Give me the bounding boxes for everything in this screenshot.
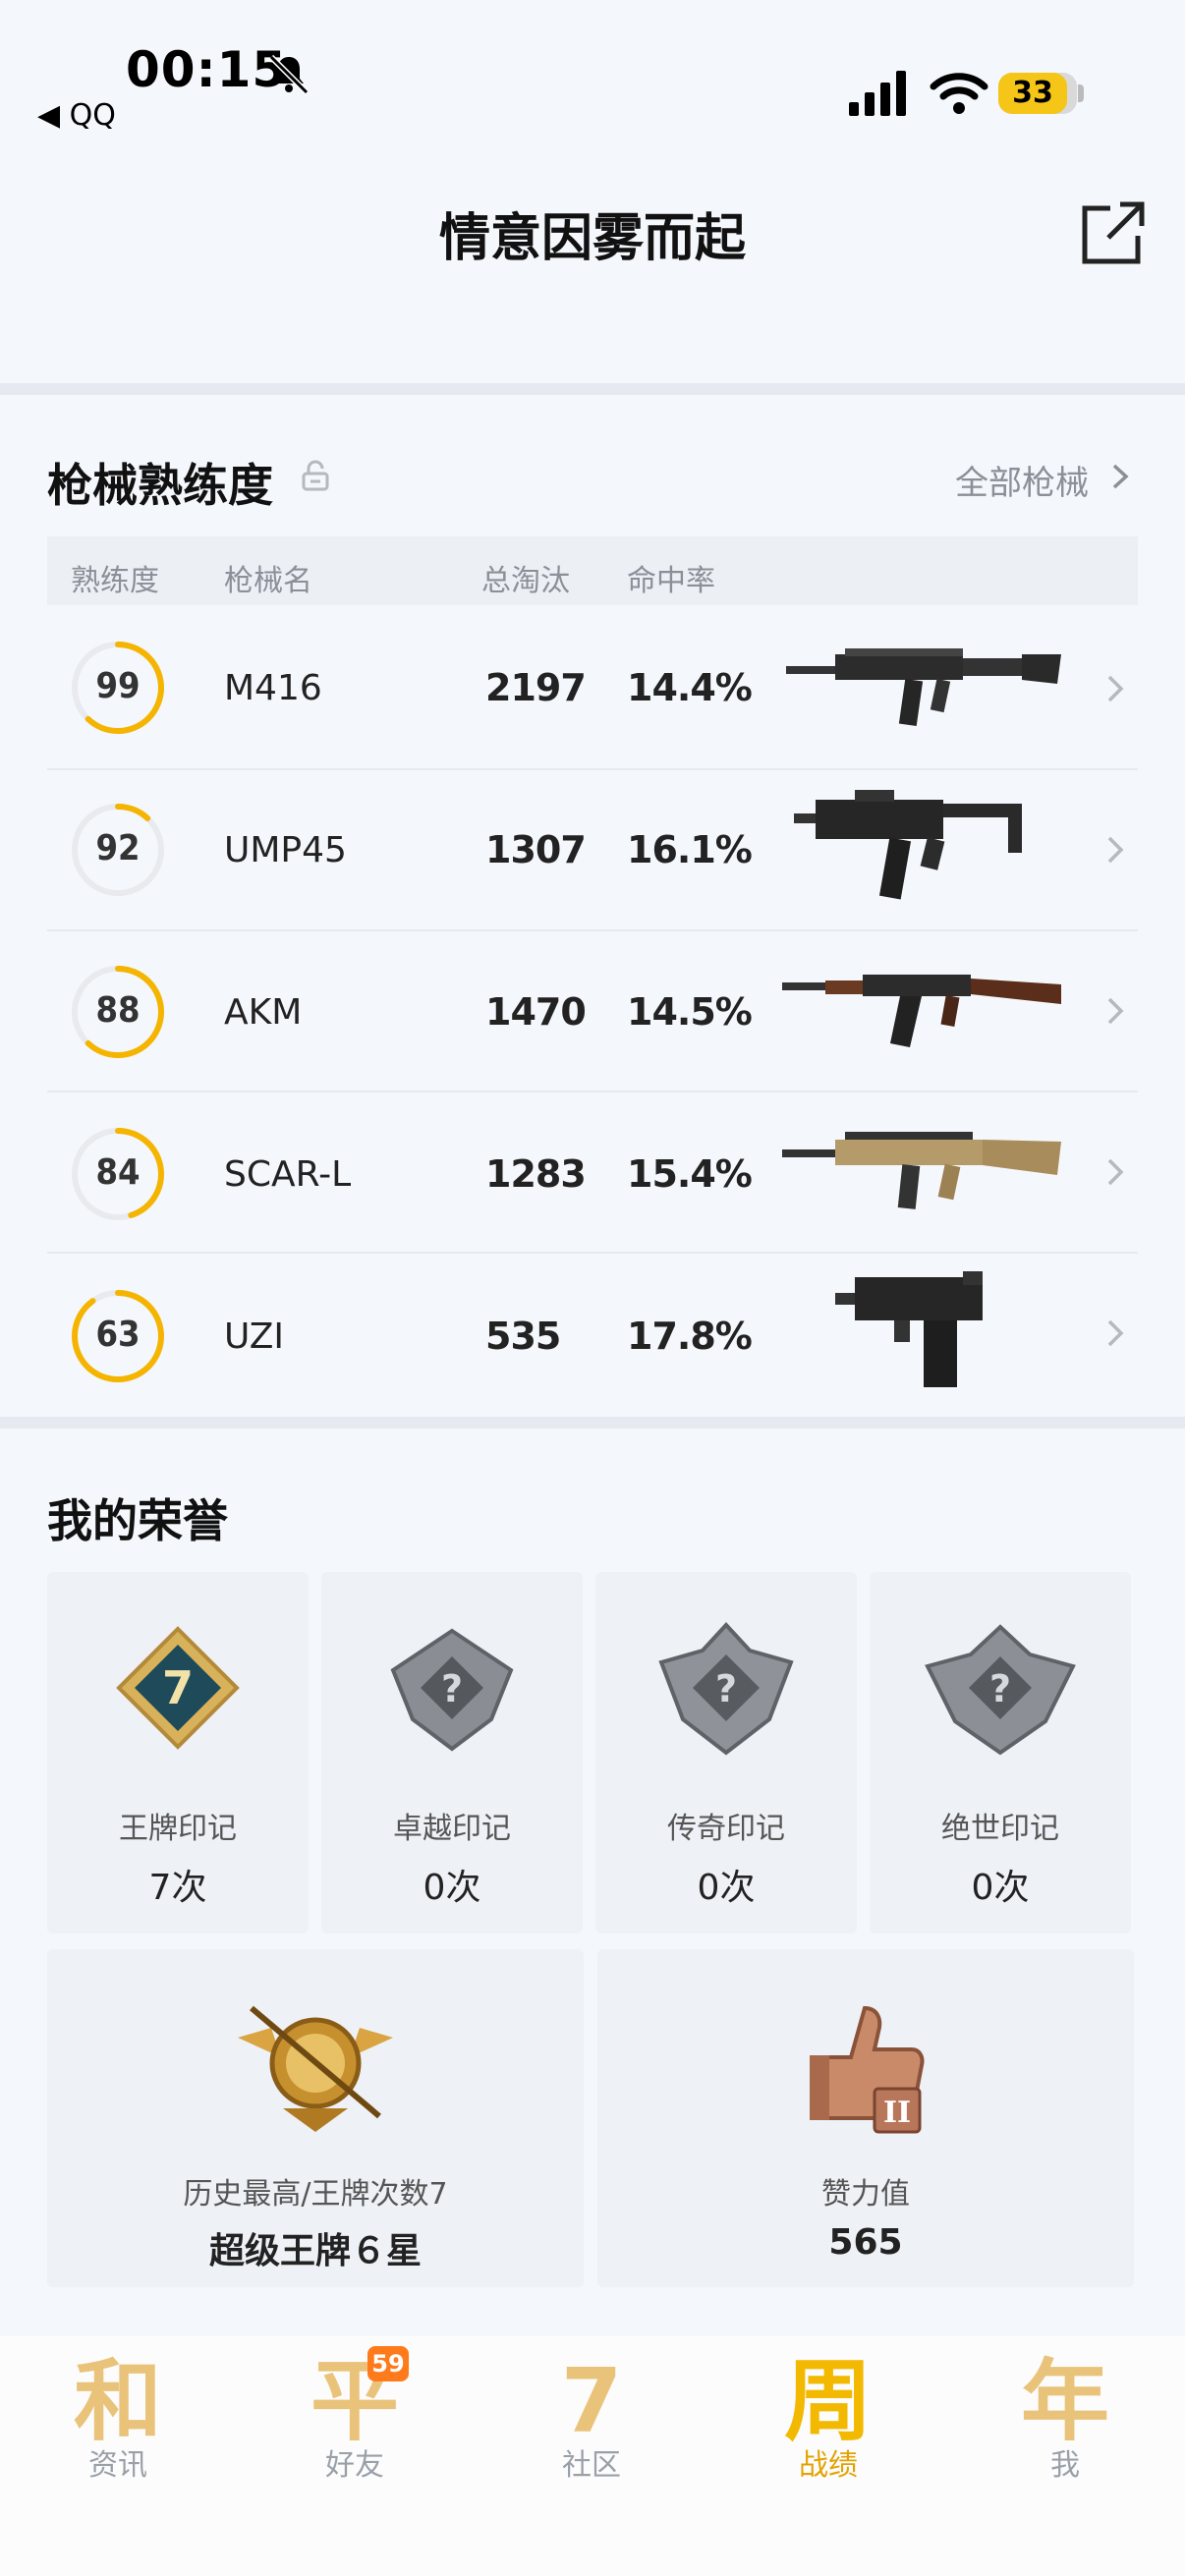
uzi-smg-image [835,1271,983,1387]
honor-section-title: 我的荣誉 [47,1494,228,1547]
legend-mark-icon: ? [658,1622,794,1756]
excellence-mark-icon: ? [390,1628,514,1752]
gun-name: M416 [224,668,322,708]
eliminations-value: 1470 [485,990,587,1034]
gun-table-header [47,536,1138,605]
gun-name: AKM [224,992,303,1033]
gun-name: SCAR-L [224,1154,352,1195]
section-divider [0,1417,1185,1428]
mark-count: 0次 [697,1868,756,1908]
section-divider [0,383,1185,395]
chevron-right-icon[interactable] [1108,462,1132,491]
tab-label: 资讯 [88,2448,147,2483]
wifi-icon [930,73,988,114]
column-header-gun-name: 枪械名 [224,564,312,598]
akm-rifle-image [782,975,1061,1047]
super-ace-rank-icon [238,2005,393,2132]
likes-value: 565 [828,2222,903,2263]
column-header-eliminations: 总淘汰 [481,564,570,598]
eliminations-value: 1283 [485,1152,587,1196]
lock-icon[interactable] [301,460,330,491]
mark-label: 绝世印记 [941,1812,1059,1846]
highest-rank-value: 超级王牌６星 [208,2231,422,2271]
thumbs-up-badge-icon: II [810,2005,925,2134]
page-title: 情意因雾而起 [438,209,746,268]
friends-badge: 59 [367,2346,409,2381]
column-header-accuracy: 命中率 [627,564,715,598]
battery-tip [1078,84,1084,102]
proficiency-value: 63 [95,1315,141,1355]
peerless-mark-icon: ? [925,1624,1076,1756]
mark-label: 卓越印记 [393,1812,511,1846]
proficiency-value: 99 [95,666,141,706]
gun-name: UMP45 [224,830,347,870]
scar-l-rifle-image [782,1132,1061,1209]
share-icon[interactable] [1081,200,1146,265]
proficiency-value: 92 [95,828,141,868]
eliminations-value: 1307 [485,828,587,871]
svg-text:II: II [883,2096,911,2130]
status-time: 00:15 [126,41,288,98]
gun-name: UZI [224,1316,284,1357]
svg-text:?: ? [441,1667,463,1710]
tab-label: 社区 [562,2448,621,2483]
tab-label: 战绩 [799,2448,858,2483]
mark-count: 0次 [971,1868,1030,1908]
eliminations-value: 2197 [485,666,587,709]
mark-label: 传奇印记 [667,1812,785,1846]
m416-rifle-image [786,648,1061,727]
mark-label: 王牌印记 [119,1812,237,1846]
chevron-right-icon[interactable] [1104,1155,1126,1189]
mark-count: 7次 [148,1868,207,1908]
gun-section-title: 枪械熟练度 [47,459,273,512]
svg-text:7: 7 [162,1661,194,1714]
battery-level: 33 [1012,76,1053,110]
accuracy-value: 14.5% [627,990,753,1034]
chevron-right-icon[interactable] [1104,672,1126,705]
column-header-proficiency: 熟练度 [71,564,159,598]
back-to-qq-link[interactable]: ◀ QQ [37,98,116,133]
svg-text:?: ? [715,1667,737,1710]
tab-label: 好友 [325,2448,384,2483]
eliminations-value: 535 [485,1315,561,1358]
chevron-right-icon[interactable] [1104,833,1126,867]
accuracy-value: 17.8% [627,1315,753,1358]
tab-label: 我 [1050,2448,1080,2483]
ace-mark-icon: 7 [116,1626,240,1750]
likes-label: 赞力值 [821,2177,910,2212]
proficiency-value: 84 [95,1152,141,1193]
accuracy-value: 16.1% [627,828,753,871]
highest-rank-label: 历史最高/王牌次数7 [183,2177,448,2212]
battery-indicator: 33 [998,73,1077,114]
ump45-smg-image [794,790,1022,900]
bell-muted-icon [268,54,310,95]
svg-text:?: ? [989,1667,1011,1710]
accuracy-value: 14.4% [627,666,753,709]
mark-count: 0次 [423,1868,481,1908]
cellular-signal-icon [849,71,906,116]
accuracy-value: 15.4% [627,1152,753,1196]
chevron-right-icon[interactable] [1104,1316,1126,1350]
chevron-right-icon[interactable] [1104,994,1126,1028]
proficiency-value: 88 [95,990,141,1031]
all-guns-link[interactable]: 全部枪械 [955,456,1089,504]
